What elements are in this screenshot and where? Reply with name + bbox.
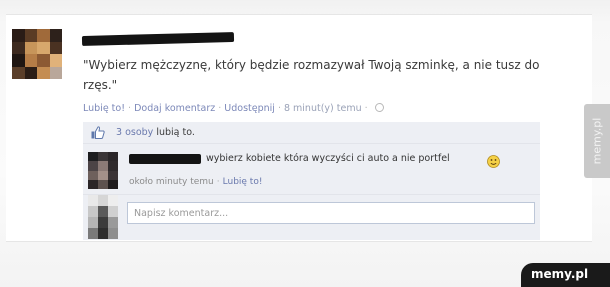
watermark-badge: memy.pl: [521, 263, 610, 287]
comment-item: wybierz kobiete która wyczyści ci auto a…: [83, 144, 540, 195]
post-text: "Wybierz mężczyznę, który będzie rozmazy…: [83, 58, 540, 92]
likes-row: 3 osoby lubią to.: [83, 122, 540, 144]
likes-suffix: lubią to.: [156, 127, 195, 138]
author-avatar[interactable]: [12, 29, 62, 79]
separator: ·: [277, 103, 281, 114]
add-comment-link[interactable]: Dodaj komentarz: [134, 103, 215, 114]
comment-input[interactable]: [127, 202, 535, 224]
like-link[interactable]: Lubię to!: [83, 103, 125, 114]
separator: ·: [128, 103, 132, 114]
separator: ·: [216, 177, 220, 187]
post-actions: Lubię to! · Dodaj komentarz · Udostępnij · 8 m…: [83, 103, 384, 114]
post-timestamp[interactable]: 8 minut(y) temu: [284, 103, 362, 114]
separator: ·: [364, 103, 368, 114]
separator: ·: [218, 103, 222, 114]
share-link[interactable]: Udostępnij: [224, 103, 275, 114]
likes-summary: 3 osoby lubią to.: [116, 127, 195, 138]
commenter-avatar[interactable]: [88, 152, 118, 189]
thumbs-up-icon: [91, 126, 105, 139]
comment-timestamp[interactable]: około minuty temu: [129, 177, 214, 187]
side-watermark-label: memy.pl: [590, 117, 604, 165]
commenter-name-redacted: [129, 154, 201, 164]
facebook-post-screenshot: "Wybierz mężczyznę, który będzie rozmazy…: [0, 0, 610, 287]
smiley-icon: [487, 155, 500, 168]
comment-text: wybierz kobiete która wyczyści ci auto a…: [206, 153, 450, 164]
likes-count-link[interactable]: 3 osoby: [116, 127, 153, 138]
side-watermark: memy.pl: [584, 104, 610, 178]
comment-meta: około minuty temu · Lubię to!: [129, 177, 262, 187]
write-comment-row: [83, 195, 540, 240]
current-user-avatar: [88, 195, 118, 239]
globe-icon: [374, 103, 384, 112]
comment-like-link[interactable]: Lubię to!: [223, 177, 263, 187]
watermark-badge-label: memy.pl: [531, 267, 589, 281]
